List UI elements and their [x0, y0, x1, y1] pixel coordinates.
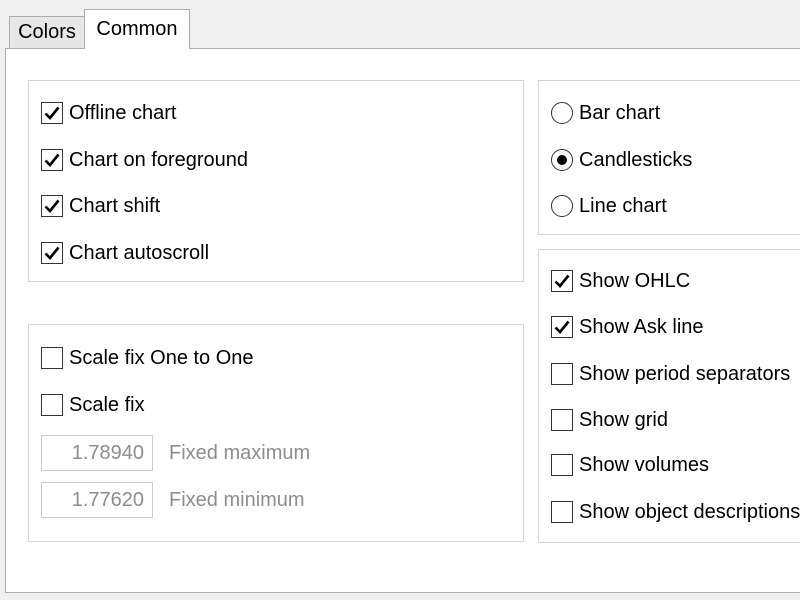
fixed-minimum-input[interactable]: 1.77620	[41, 482, 153, 518]
offline-chart-option[interactable]: Offline chart	[41, 100, 176, 126]
show-volumes-option[interactable]: Show volumes	[551, 452, 709, 478]
chart-on-foreground-checkbox[interactable]	[41, 149, 63, 171]
tab-colors-label: Colors	[18, 21, 76, 43]
show-period-separators-checkbox[interactable]	[551, 363, 573, 385]
checkmark-icon	[44, 246, 60, 260]
tab-colors[interactable]: Colors	[9, 16, 85, 48]
show-object-descriptions-option[interactable]: Show object descriptions	[551, 499, 800, 525]
show-ask-line-label: Show Ask line	[579, 315, 704, 338]
show-ask-line-option[interactable]: Show Ask line	[551, 314, 704, 340]
show-period-separators-label: Show period separators	[579, 362, 791, 385]
scale-group: Scale fix One to One Scale fix 1.78940 F…	[28, 324, 524, 542]
show-ask-line-checkbox[interactable]	[551, 316, 573, 338]
tab-common[interactable]: Common	[84, 9, 190, 49]
show-grid-checkbox[interactable]	[551, 409, 573, 431]
show-grid-label: Show grid	[579, 408, 668, 431]
chart-shift-option[interactable]: Chart shift	[41, 193, 160, 219]
fixed-maximum-input[interactable]: 1.78940	[41, 435, 153, 471]
show-ohlc-checkbox[interactable]	[551, 270, 573, 292]
show-object-descriptions-checkbox[interactable]	[551, 501, 573, 523]
checkmark-icon	[44, 199, 60, 213]
show-volumes-checkbox[interactable]	[551, 454, 573, 476]
fixed-maximum-row: 1.78940 Fixed maximum	[41, 435, 310, 471]
show-ohlc-option[interactable]: Show OHLC	[551, 268, 690, 294]
offline-chart-checkbox[interactable]	[41, 102, 63, 124]
candlesticks-radio[interactable]	[551, 149, 573, 171]
checkmark-icon	[554, 274, 570, 288]
show-volumes-label: Show volumes	[579, 453, 710, 476]
chart-autoscroll-checkbox[interactable]	[41, 242, 63, 264]
scale-fix-one-to-one-option[interactable]: Scale fix One to One	[41, 345, 254, 371]
chart-shift-checkbox[interactable]	[41, 195, 63, 217]
chart-shift-label: Chart shift	[69, 194, 161, 217]
line-chart-radio[interactable]	[551, 195, 573, 217]
candlesticks-option[interactable]: Candlesticks	[551, 147, 692, 173]
chart-options-group: Offline chart Chart on foreground Chart …	[28, 80, 524, 282]
chart-on-foreground-label: Chart on foreground	[69, 148, 249, 171]
chart-on-foreground-option[interactable]: Chart on foreground	[41, 147, 248, 173]
scale-fix-option[interactable]: Scale fix	[41, 392, 145, 418]
bar-chart-radio[interactable]	[551, 102, 573, 124]
show-grid-option[interactable]: Show grid	[551, 407, 668, 433]
fixed-maximum-label: Fixed maximum	[169, 441, 311, 464]
show-options-group: Show OHLC Show Ask line Show period sepa…	[538, 249, 800, 543]
show-object-descriptions-label: Show object descriptions	[579, 500, 800, 523]
scale-fix-one-to-one-checkbox[interactable]	[41, 347, 63, 369]
bar-chart-option[interactable]: Bar chart	[551, 100, 660, 126]
chart-type-group: Bar chart Candlesticks Line chart	[538, 80, 800, 235]
tab-common-label: Common	[96, 18, 178, 40]
scale-fix-checkbox[interactable]	[41, 394, 63, 416]
chart-autoscroll-option[interactable]: Chart autoscroll	[41, 240, 209, 266]
radio-selected-dot-icon	[557, 155, 567, 165]
line-chart-label: Line chart	[579, 194, 667, 217]
offline-chart-label: Offline chart	[69, 101, 177, 124]
bar-chart-label: Bar chart	[579, 101, 661, 124]
checkmark-icon	[44, 153, 60, 167]
scale-fix-one-to-one-label: Scale fix One to One	[69, 346, 254, 369]
common-tab-panel: Offline chart Chart on foreground Chart …	[5, 48, 800, 593]
candlesticks-label: Candlesticks	[579, 148, 693, 171]
show-ohlc-label: Show OHLC	[579, 269, 691, 292]
scale-fix-label: Scale fix	[69, 393, 145, 416]
checkmark-icon	[554, 320, 570, 334]
show-period-separators-option[interactable]: Show period separators	[551, 361, 790, 387]
fixed-minimum-label: Fixed minimum	[169, 488, 305, 511]
line-chart-option[interactable]: Line chart	[551, 193, 667, 219]
chart-autoscroll-label: Chart autoscroll	[69, 241, 210, 264]
fixed-minimum-row: 1.77620 Fixed minimum	[41, 482, 305, 518]
checkmark-icon	[44, 106, 60, 120]
